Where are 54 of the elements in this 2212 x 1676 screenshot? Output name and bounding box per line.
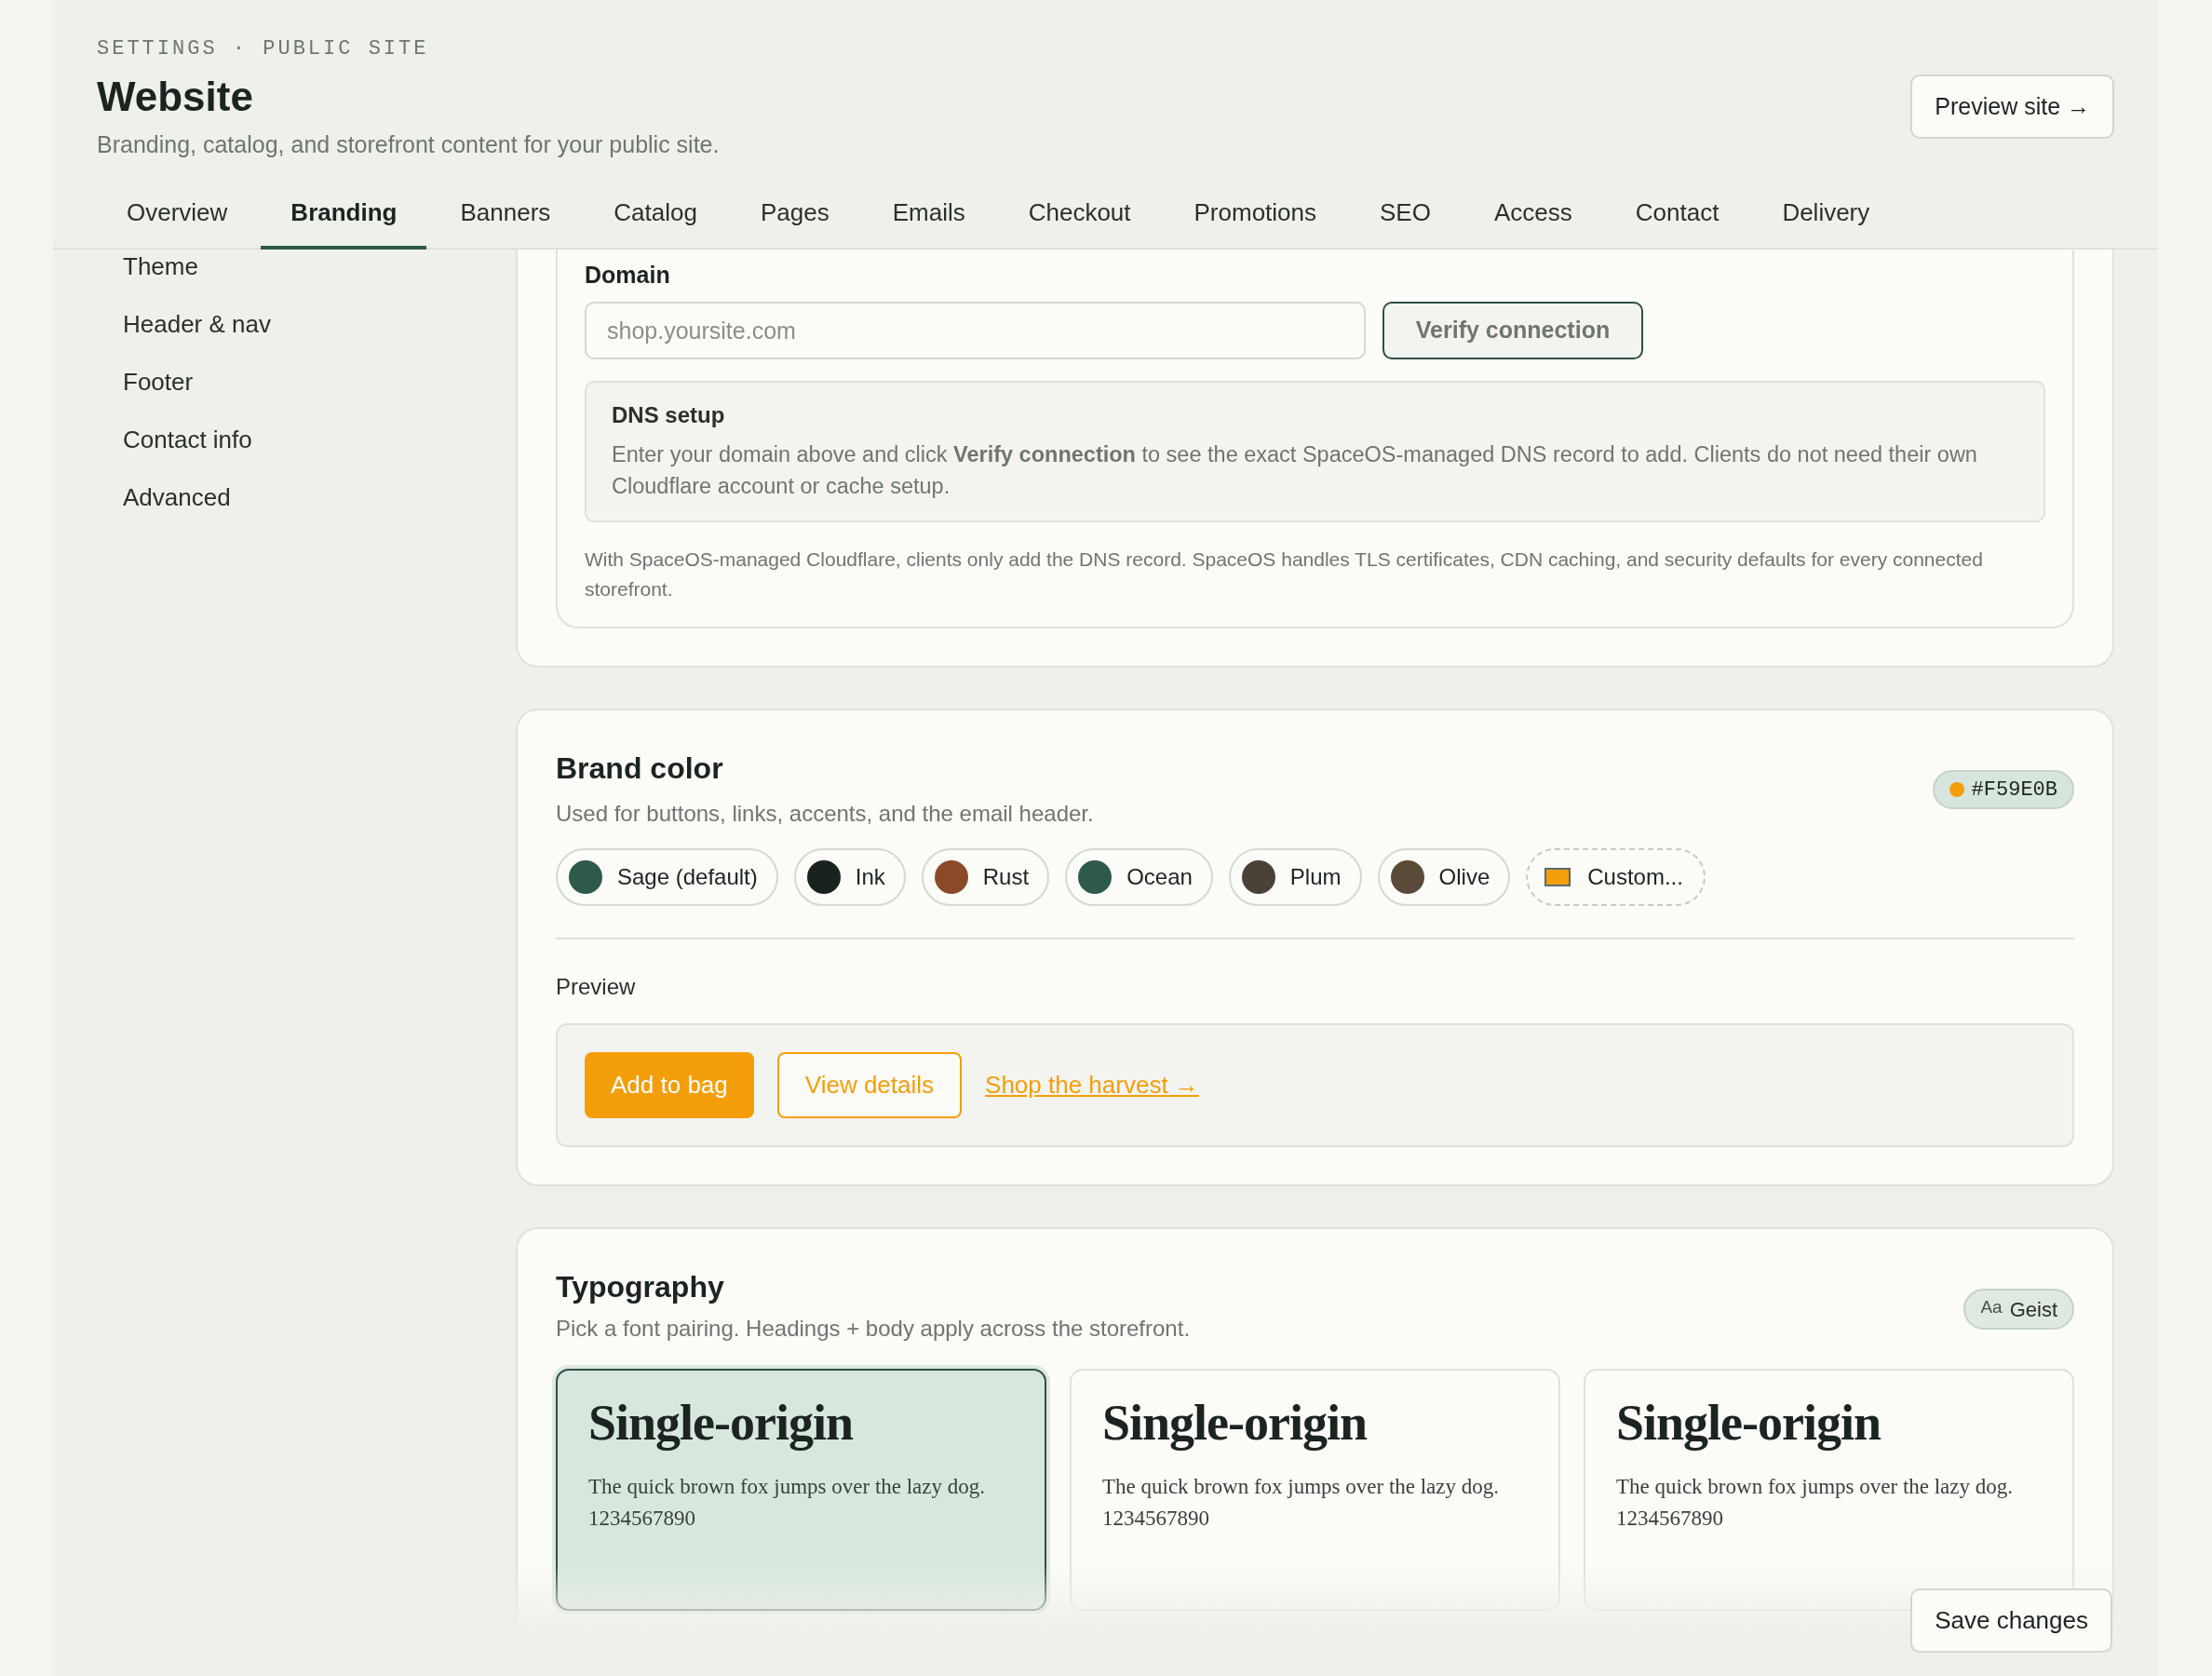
color-chip[interactable]: Rust	[921, 848, 1050, 906]
save-changes-button[interactable]: Save changes	[1910, 1588, 2112, 1653]
section-subtitle: Pick a font pairing. Headings + body apply across the storefront.	[556, 1315, 1191, 1343]
body-sample: The quick brown fox jumps over the lazy dog.	[1102, 1474, 1501, 1500]
color-chip[interactable]: Plum	[1228, 848, 1362, 906]
font-pairing-card[interactable]: Single-origin The quick brown fox jumps over the lazy dog. 1234567890	[1070, 1369, 1560, 1611]
section-title: Brand color	[556, 750, 724, 787]
cloudflare-note: With SpaceOS-managed Cloudflare, clients only add the DNS record. SpaceOS handles TLS certificates, CDN caching, and security defaults for every connected storefront.	[585, 547, 1984, 601]
tab[interactable]: Emails	[862, 179, 995, 250]
field-label: Domain	[585, 261, 671, 290]
verify-connection-button[interactable]: Verify connection	[1382, 302, 1643, 359]
body-sample: The quick brown fox jumps over the lazy dog.	[588, 1474, 987, 1500]
sidebar-item[interactable]: Advanced	[123, 480, 516, 538]
tab[interactable]: Overview	[97, 179, 258, 250]
preview-site-button[interactable]: Preview site →	[1910, 74, 2114, 139]
tab[interactable]: Banners	[430, 179, 581, 250]
color-hex: #F59E0B	[1971, 777, 2057, 804]
digits-sample: 1234567890	[1616, 1506, 1724, 1532]
sidebar-item[interactable]: Footer	[123, 365, 516, 423]
font-name: Geist	[2009, 1296, 2057, 1323]
section-title: Typography	[556, 1269, 725, 1305]
sidebar-item[interactable]: Theme	[123, 250, 516, 307]
sidebar-item[interactable]: Header & nav	[123, 307, 516, 365]
color-chip[interactable]: Ink	[793, 848, 906, 906]
color-chip[interactable]: Ocean	[1065, 848, 1213, 906]
tab[interactable]: Promotions	[1164, 179, 1347, 250]
preview-label: Preview	[556, 973, 637, 1001]
tab[interactable]: Access	[1463, 179, 1602, 250]
tab[interactable]: Checkout	[998, 179, 1161, 250]
color-chip[interactable]: Sage (default)	[556, 848, 778, 906]
digits-sample: 1234567890	[1102, 1506, 1210, 1532]
section-subtitle: Used for buttons, links, accents, and the email header.	[556, 800, 1094, 828]
tab[interactable]: SEO	[1350, 179, 1461, 250]
sidebar-item[interactable]: Contact info	[123, 423, 516, 480]
tab[interactable]: Delivery	[1752, 179, 1900, 250]
dns-setup-text: Enter your domain above and click Verify connection to see the exact SpaceOS-managed DNS record to add. Clients do not need their own Cloudflare account or cache setup.	[612, 441, 1978, 500]
font-pairing-card[interactable]: Single-origin The quick brown fox jumps over the lazy dog. 1234567890	[1584, 1369, 2074, 1611]
dns-setup-title: DNS setup	[612, 401, 726, 429]
tab[interactable]: Catalog	[584, 179, 727, 250]
domain-input-field[interactable]: shop.yoursite.com	[585, 302, 1366, 359]
custom-color-chip[interactable]: Custom...	[1526, 848, 1706, 906]
heading-sample: Single-origin	[1102, 1394, 1369, 1453]
font-badge-prefix: Aa	[1980, 1295, 2003, 1318]
tab[interactable]: Pages	[730, 179, 859, 250]
tab[interactable]: Contact	[1605, 179, 1749, 250]
body-sample: The quick brown fox jumps over the lazy dog.	[1616, 1474, 2015, 1500]
heading-sample: Single-origin	[588, 1394, 855, 1453]
page-subtitle: Branding, catalog, and storefront content for your public site.	[97, 130, 720, 159]
tab[interactable]: Branding	[261, 179, 427, 250]
breadcrumb: SETTINGS · PUBLIC SITE	[97, 36, 430, 62]
page-title: Website	[97, 73, 254, 121]
heading-sample: Single-origin	[1616, 1394, 1882, 1453]
color-chip[interactable]: Olive	[1377, 848, 1511, 906]
digits-sample: 1234567890	[588, 1506, 696, 1532]
